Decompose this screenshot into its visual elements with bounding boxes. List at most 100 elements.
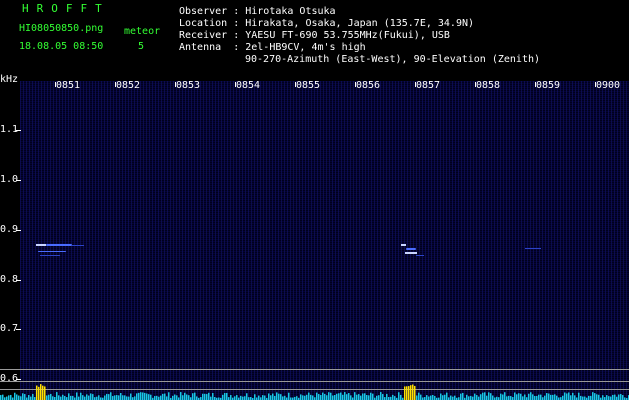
meter-bar — [504, 392, 506, 400]
meter-bar — [386, 393, 388, 400]
y-tick-label: 0.7 — [0, 323, 19, 334]
meter-bar — [6, 396, 8, 400]
meter-bar — [308, 392, 310, 400]
meter-bar — [278, 393, 280, 400]
meter-bar — [128, 396, 130, 400]
meter-bar — [204, 393, 206, 400]
meter-bar — [590, 395, 592, 400]
y-axis-unit: kHz — [0, 74, 19, 85]
x-tick-label: 0853 — [175, 80, 201, 91]
meter-bar — [382, 394, 384, 400]
meter-bar — [56, 392, 58, 400]
meter-bar — [50, 393, 52, 400]
meter-bar — [202, 393, 204, 400]
meter-bar — [372, 393, 374, 400]
meter-bar — [134, 396, 136, 400]
meter-bar — [354, 392, 356, 400]
meter-bar — [370, 392, 372, 400]
app-brand: HROFFT — [22, 2, 110, 15]
y-tick — [16, 230, 21, 231]
meter-bar — [514, 392, 516, 400]
x-tick-label: 0854 — [235, 80, 261, 91]
meter-bar — [474, 393, 476, 400]
meter-bar — [522, 396, 524, 400]
meter-bar — [268, 393, 270, 400]
meter-bar — [106, 393, 108, 400]
y-tick-label: 1.1 — [0, 124, 19, 135]
meter-bar — [540, 394, 542, 400]
meter-bar — [592, 392, 594, 400]
meter-bar — [548, 393, 550, 400]
meter-bar — [320, 395, 322, 400]
meter-bar — [570, 395, 572, 400]
y-tick — [16, 130, 21, 131]
meter-bar — [394, 396, 396, 400]
meter-bar — [230, 395, 232, 400]
x-tick — [115, 82, 116, 87]
hrofft-display: HROFFT HI08050850.png 18.08.05 08:50 met… — [0, 0, 629, 400]
meter-bar — [82, 395, 84, 400]
meter-bar — [208, 392, 210, 400]
meter-bar — [410, 385, 412, 400]
meter-bar — [362, 393, 364, 400]
meter-bar — [110, 392, 112, 400]
meter-bar — [416, 395, 418, 400]
meter-bar — [484, 392, 486, 400]
x-tick-label: 0859 — [535, 80, 561, 91]
meter-bar — [276, 392, 278, 400]
meter-bar — [264, 395, 266, 400]
y-tick-label: 0.6 — [0, 373, 19, 384]
meter-bar — [188, 395, 190, 400]
meter-bar — [32, 393, 34, 400]
meter-bar — [20, 396, 22, 400]
meter-bar — [318, 394, 320, 400]
meter-bar — [114, 395, 116, 400]
meter-bar — [304, 395, 306, 400]
meter-bar — [156, 395, 158, 400]
meter-bar — [284, 395, 286, 400]
meter-bar — [118, 395, 120, 400]
meter-bar — [70, 395, 72, 400]
meter-bar — [206, 394, 208, 400]
meter-bar — [470, 395, 472, 400]
meter-bar — [274, 395, 276, 400]
x-tick — [535, 82, 536, 87]
meter-bar — [554, 394, 556, 400]
meter-bar — [272, 393, 274, 400]
meter-bar — [168, 392, 170, 400]
meter-bar — [364, 393, 366, 400]
meter-bar — [78, 396, 80, 400]
y-tick — [16, 180, 21, 181]
meter-bar — [618, 394, 620, 400]
meter-bar — [380, 392, 382, 400]
meter-bar — [14, 392, 16, 400]
meter-bar — [326, 395, 328, 400]
meter-bar — [564, 392, 566, 400]
meter-bar — [302, 395, 304, 400]
meter-bar — [348, 393, 350, 400]
meter-bar — [520, 393, 522, 400]
meter-bar — [472, 396, 474, 400]
meter-bar — [614, 394, 616, 400]
x-tick-label: 0857 — [415, 80, 441, 91]
meter-bar — [492, 395, 494, 400]
meter-bar — [166, 396, 168, 400]
meter-bar — [546, 393, 548, 400]
x-tick — [595, 82, 596, 87]
meter-bar — [136, 393, 138, 400]
meter-bar — [142, 392, 144, 400]
meter-bar — [500, 393, 502, 400]
meter-bar — [44, 386, 46, 400]
meter-bar — [342, 394, 344, 400]
meter-bar — [224, 393, 226, 400]
meter-bar — [412, 384, 414, 400]
meter-bar — [122, 395, 124, 400]
signal-level-meter — [0, 384, 629, 400]
meter-bar — [72, 395, 74, 400]
meter-bar — [246, 393, 248, 400]
meter-bar — [196, 396, 198, 400]
meter-bar — [608, 396, 610, 400]
meter-bar — [524, 394, 526, 400]
meter-bar — [574, 395, 576, 400]
reference-line — [0, 381, 629, 382]
